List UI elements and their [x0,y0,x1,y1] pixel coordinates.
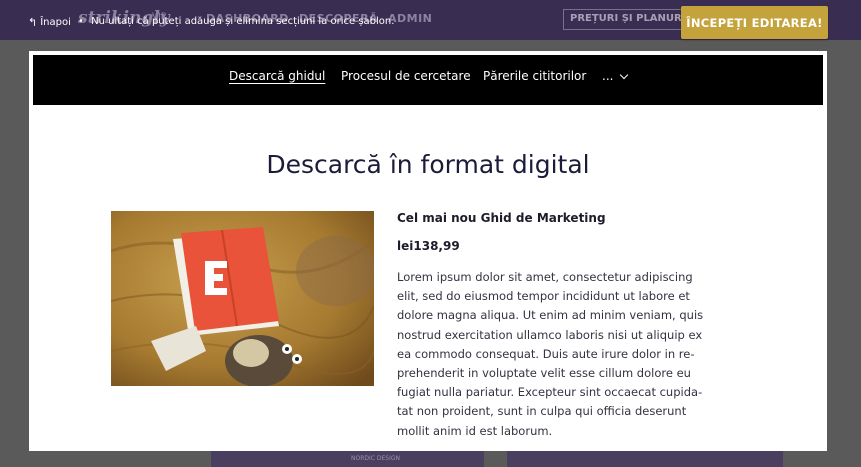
editor-hint: • Nu uitați că puteți adăuga și elimina … [78,16,394,27]
preview-nav-research-process[interactable]: Procesul de cercetare [341,69,471,83]
preview-navbar: Descarcă ghidul Procesul de cercetare Pă… [33,55,823,105]
product-title: Cel mai nou Ghid de Marketing [397,211,606,225]
preview-nav-more[interactable]: ... [602,69,629,83]
chevron-down-icon [620,70,629,79]
nav-admin[interactable]: ADMIN [388,12,432,25]
pricing-button[interactable]: PREȚURI ȘI PLANURI [563,9,693,30]
product-description: Lorem ipsum dolor sit amet, consectetur … [397,270,704,438]
template-preview: Descarcă ghidul Procesul de cercetare Pă… [29,51,827,451]
more-label: ... [602,69,614,83]
template-card-caption: NORDIC DESIGN [351,455,400,462]
hint-separator: • [78,16,84,27]
section-title: Descarcă în format digital [266,150,590,179]
start-editing-button[interactable]: ÎNCEPEȚI EDITAREA! [681,6,828,39]
template-card[interactable] [507,451,783,467]
hint-text: Nu uitați că puteți adăuga și elimina se… [91,16,395,27]
preview-nav-reader-reviews[interactable]: Părerile cititorilor [483,69,586,83]
product-price: lei138,99 [397,239,460,253]
preview-nav-download-guide[interactable]: Descarcă ghidul [229,69,325,83]
back-link[interactable]: ↰ Înapoi [28,16,71,29]
template-card[interactable]: NORDIC DESIGN [211,451,484,467]
back-label: Înapoi [40,17,71,28]
back-arrow-icon: ↰ [28,16,38,29]
book-illustration [111,211,374,386]
product-image [111,211,374,386]
